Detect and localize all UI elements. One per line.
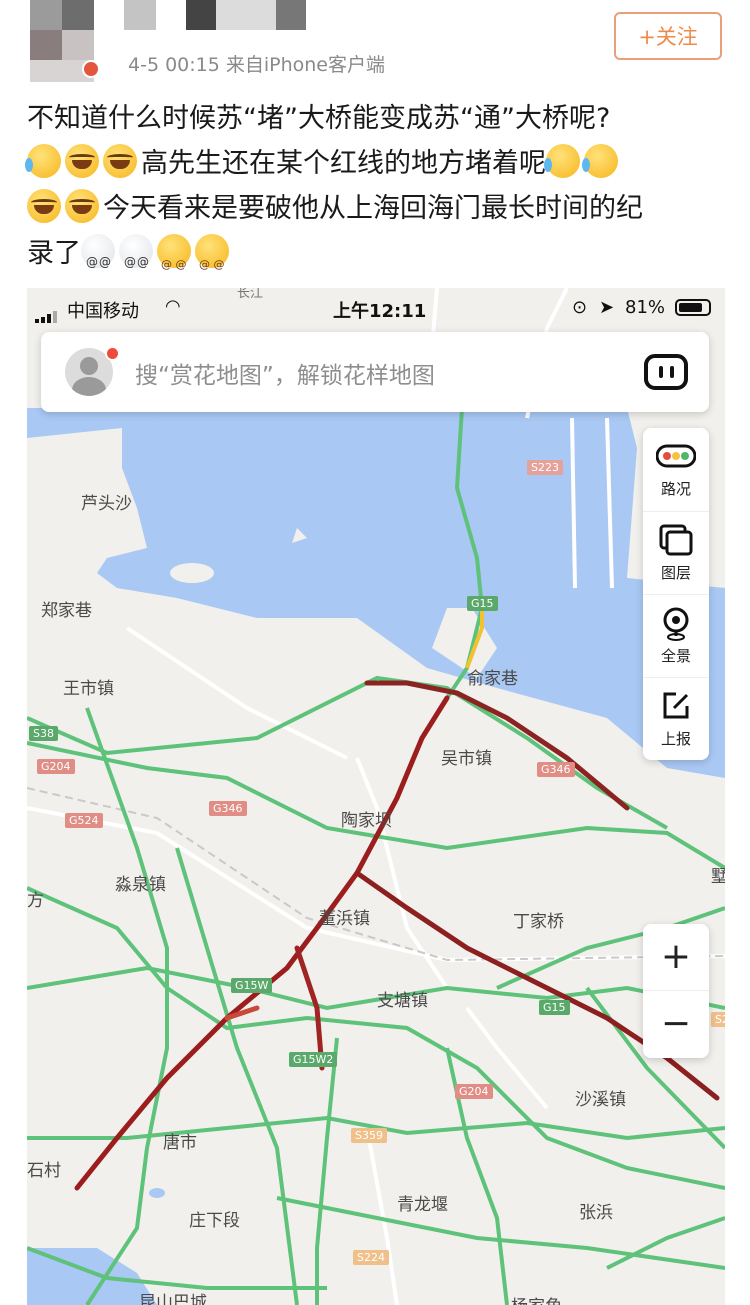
map-screenshot: 长江 芦头沙 郑家巷 王市镇 俞家巷 吴市镇 陶家坝 淼泉镇 董浜镇 丁家桥 支… [27, 288, 725, 1305]
report-label: 上报 [660, 730, 691, 748]
road-shield: G204 [37, 759, 75, 774]
post-line-text: 录了 [27, 238, 81, 269]
road-shield: S38 [29, 726, 58, 741]
search-placeholder[interactable]: 搜“赏花地图”，解锁花样地图 [135, 356, 435, 390]
username-blurred [124, 0, 156, 30]
road-shield: G346 [537, 762, 575, 777]
laugh-emoji [65, 189, 99, 223]
username-blurred [276, 0, 306, 30]
road-shield: S359 [351, 1128, 387, 1143]
rotation-lock-icon: ⊙ [572, 297, 588, 318]
laugh-cry-emoji [582, 144, 618, 178]
report-button[interactable]: 上报 [643, 677, 709, 761]
status-bar: 中国移动 ◠ 上午12:11 ⊙ ➤ 81% [27, 288, 725, 330]
zoom-controls: + − [643, 924, 709, 1058]
road-shield: G15 [539, 1000, 570, 1015]
laugh-cry-emoji [544, 144, 580, 178]
post-line-text: 高先生还在某个红线的地方堵着呢 [141, 148, 546, 179]
laugh-emoji [103, 144, 137, 178]
stunned-emoji [157, 234, 191, 287]
layers-icon [643, 524, 709, 558]
username-blurred [186, 0, 216, 30]
layers-button[interactable]: 图层 [643, 511, 709, 595]
map-tools-panel: 路况 图层 全景 上报 [643, 428, 709, 760]
panorama-label: 全景 [660, 647, 691, 665]
panorama-button[interactable]: 全景 [643, 594, 709, 678]
laugh-emoji [65, 144, 99, 178]
battery-percent: 81% [625, 297, 666, 318]
post-line: 今天看来是要破他从上海回海门最长时间的纪 [27, 186, 727, 231]
road-shield: G15W [231, 978, 273, 993]
avatar[interactable] [30, 0, 100, 82]
road-shield: G204 [455, 1084, 493, 1099]
edit-report-icon [643, 690, 709, 724]
stunned-emoji [195, 234, 229, 287]
traffic-label: 路况 [660, 480, 691, 498]
road-shield: G524 [65, 813, 103, 828]
battery-icon [675, 299, 711, 316]
post-line: 不知道什么时候苏“堵”大桥能变成苏“通”大桥呢? [27, 103, 611, 134]
traffic-toggle-button[interactable]: 路况 [643, 428, 709, 511]
road-shield: S223 [527, 460, 563, 475]
signal-icon [35, 302, 59, 323]
post-meta: 4-5 00:15 来自iPhone客户端 [128, 54, 386, 76]
post-line: 高先生还在某个红线的地方堵着呢 [25, 141, 727, 186]
zoom-out-button[interactable]: − [643, 991, 709, 1057]
status-time: 上午12:11 [333, 301, 427, 322]
wifi-icon: ◠ [165, 296, 181, 317]
post-text: 不知道什么时候苏“堵”大桥能变成苏“通”大桥呢? 高先生还在某个红线的地方堵着呢… [25, 96, 727, 287]
dizzy-emoji [81, 234, 115, 285]
zoom-in-button[interactable]: + [643, 924, 709, 991]
layers-label: 图层 [660, 564, 691, 582]
road-shield: G15 [467, 596, 498, 611]
notification-dot [105, 346, 120, 361]
road-shield: S2 [711, 1012, 725, 1027]
panorama-pin-icon [643, 607, 709, 641]
road-shield: S224 [353, 1250, 389, 1265]
location-arrow-icon: ➤ [599, 297, 615, 318]
follow-button[interactable]: +关注 [614, 12, 722, 60]
traffic-light-icon [643, 440, 709, 474]
post-line: 录了 [27, 231, 727, 287]
username-blurred [216, 0, 276, 30]
road-shield: G346 [209, 801, 247, 816]
map-search-bar[interactable]: 搜“赏花地图”，解锁花样地图 [41, 332, 709, 412]
laugh-emoji [27, 189, 61, 223]
road-shields: S223 G15 S38 G204 G346 G524 G346 G15W G1… [27, 288, 725, 1305]
laugh-cry-emoji [25, 144, 61, 178]
dizzy-emoji [119, 234, 153, 285]
carrier-name: 中国移动 [67, 301, 139, 322]
assistant-robot-icon[interactable] [644, 354, 688, 390]
post-line-text: 今天看来是要破他从上海回海门最长时间的纪 [103, 193, 643, 224]
road-shield: G15W2 [289, 1052, 338, 1067]
